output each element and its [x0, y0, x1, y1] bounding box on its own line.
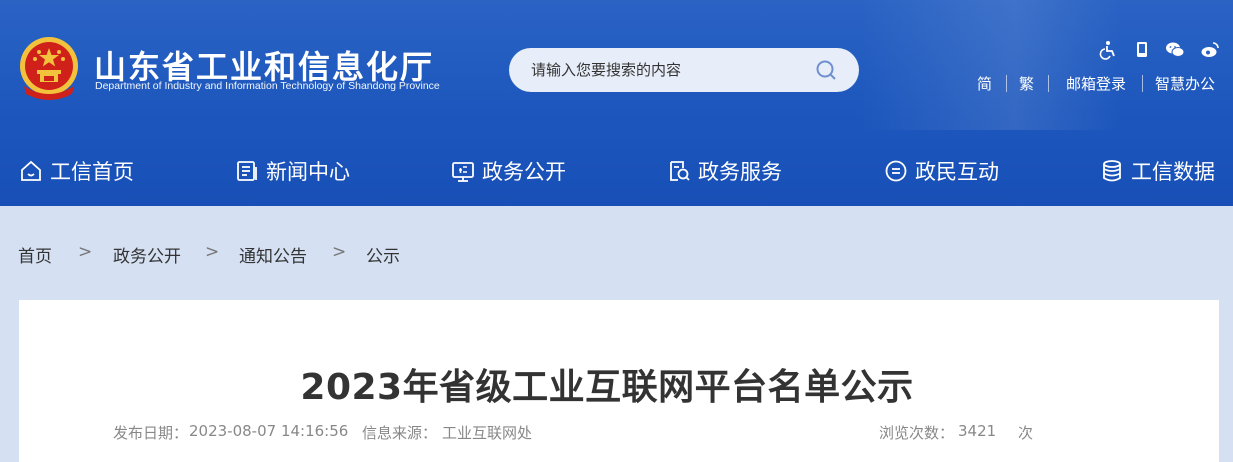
article-card: 2023年省级工业互联网平台名单公示 发布日期： 2023-08-07 14:1…	[19, 300, 1219, 462]
nav-item-public-affairs[interactable]: 政务公开	[451, 156, 566, 186]
smart-office-link[interactable]: 智慧办公	[1155, 73, 1215, 94]
divider	[1142, 75, 1143, 92]
breadcrumb-public-affairs[interactable]: 政务公开	[113, 242, 181, 267]
news-icon	[237, 161, 257, 181]
breadcrumb-separator: >	[78, 242, 93, 262]
divider	[1006, 75, 1007, 92]
nav-item-label: 政务服务	[698, 160, 782, 184]
weibo-icon[interactable]	[1200, 40, 1220, 60]
divider	[1048, 75, 1049, 92]
breadcrumb-home[interactable]: 首页	[18, 242, 52, 267]
search-input[interactable]	[531, 58, 801, 82]
nav-item-data[interactable]: 工信数据	[1100, 156, 1215, 186]
nav-item-label: 政务公开	[482, 160, 566, 184]
search-icon[interactable]	[815, 59, 837, 81]
nav-item-interaction[interactable]: 政民互动	[884, 156, 999, 186]
traditional-chinese-link[interactable]: 繁	[1019, 73, 1034, 94]
database-icon	[1103, 160, 1121, 182]
nav-item-label: 新闻中心	[266, 160, 350, 184]
interaction-icon	[885, 160, 907, 182]
nav-item-label: 工信首页	[50, 160, 134, 184]
publish-date: 2023-08-07 14:16:56	[189, 422, 349, 440]
wechat-icon[interactable]	[1165, 40, 1185, 60]
site-header: 山东省工业和信息化厅 Department of Industry and In…	[0, 0, 1233, 206]
nav-item-label: 政民互动	[915, 160, 999, 184]
national-emblem-icon	[20, 37, 78, 100]
breadcrumb-separator: >	[332, 242, 347, 262]
publish-date-label: 发布日期：	[113, 424, 189, 442]
views-count: 3421	[958, 422, 997, 440]
home-icon	[21, 160, 41, 181]
views-label: 浏览次数：	[879, 424, 955, 442]
nav-item-service[interactable]: 政务服务	[667, 156, 782, 186]
mobile-icon[interactable]	[1132, 40, 1152, 60]
source-label: 信息来源：	[362, 424, 438, 442]
breadcrumb-separator: >	[205, 242, 220, 262]
service-icon	[670, 161, 690, 181]
public-affairs-icon	[452, 162, 474, 182]
source-value: 工业互联网处	[442, 424, 533, 442]
simplified-chinese-link[interactable]: 简	[977, 73, 992, 94]
article-title: 2023年省级工业互联网平台名单公示	[300, 367, 914, 408]
views-unit: 次	[1018, 424, 1034, 442]
nav-item-news[interactable]: 新闻中心	[235, 156, 350, 186]
site-subtitle: Department of Industry and Information T…	[95, 80, 440, 92]
breadcrumb-publicity[interactable]: 公示	[366, 242, 400, 267]
nav-item-label: 工信数据	[1131, 160, 1215, 184]
breadcrumb-notices[interactable]: 通知公告	[239, 242, 307, 267]
accessibility-icon[interactable]	[1098, 40, 1118, 60]
nav-item-home[interactable]: 工信首页	[19, 156, 134, 186]
mail-login-link[interactable]: 邮箱登录	[1066, 73, 1126, 94]
search-box	[509, 48, 859, 92]
